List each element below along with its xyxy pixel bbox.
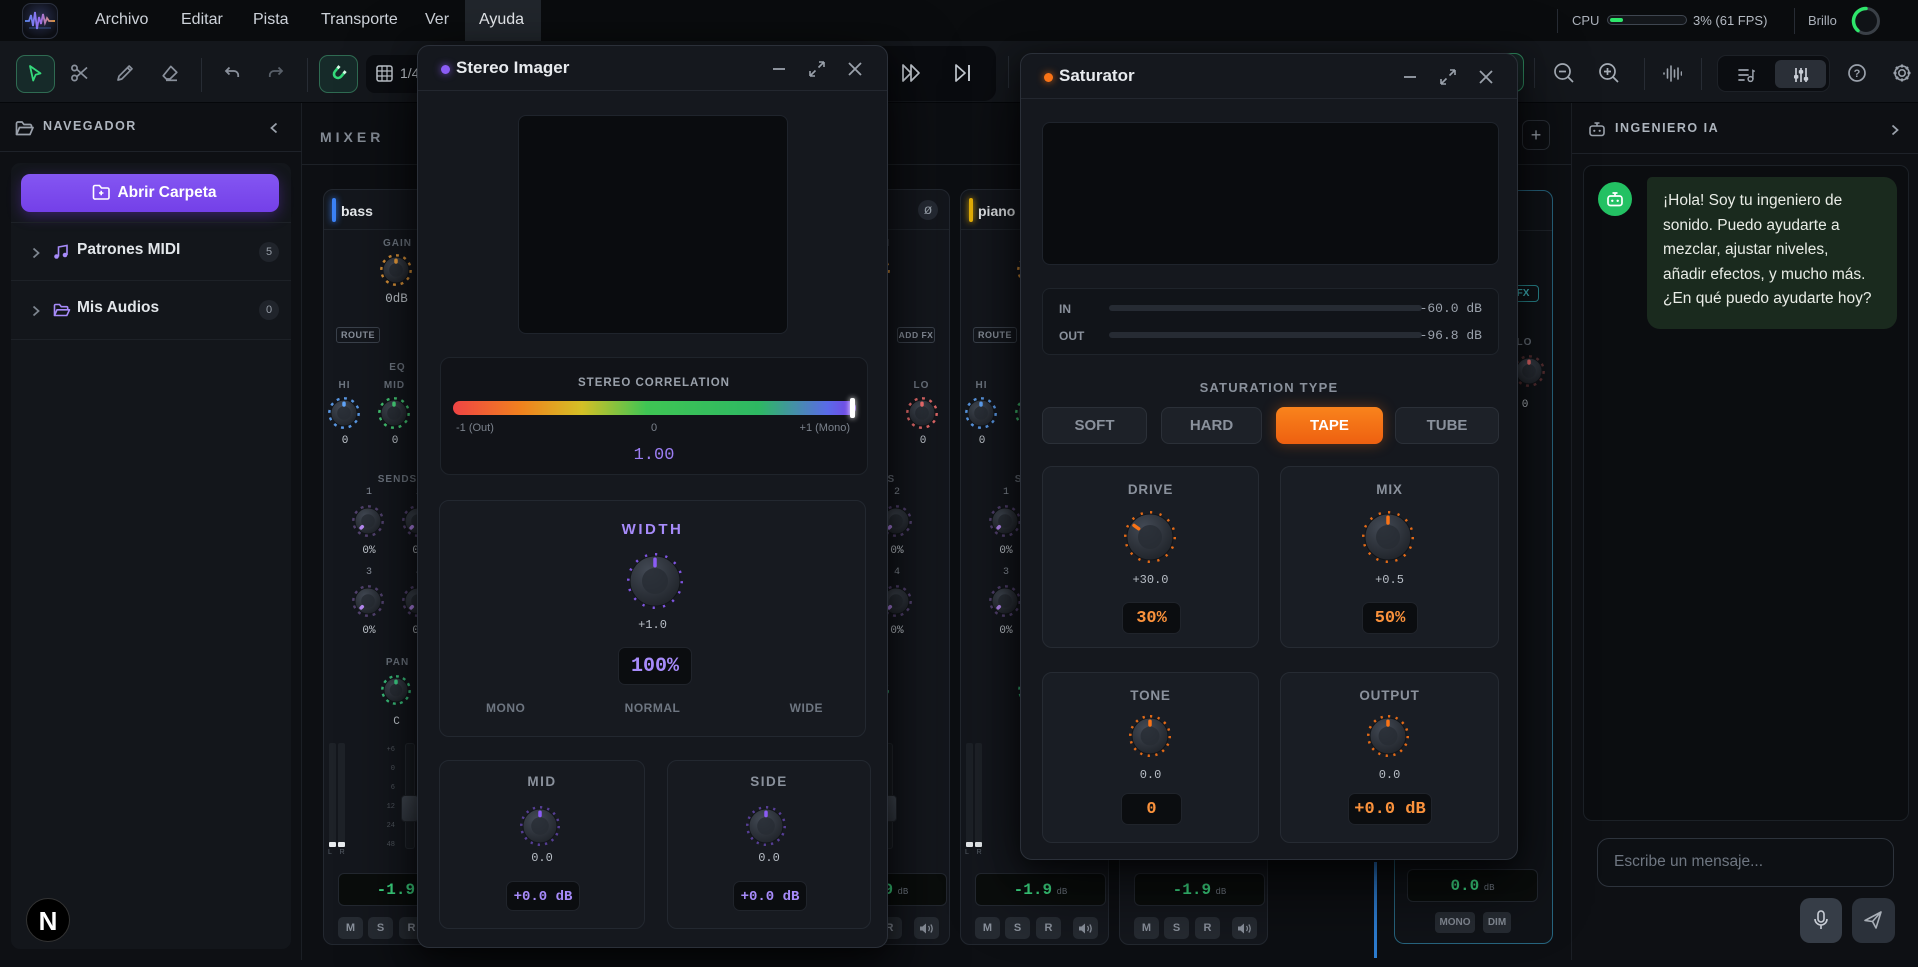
svg-text:?: ? bbox=[1854, 68, 1861, 80]
